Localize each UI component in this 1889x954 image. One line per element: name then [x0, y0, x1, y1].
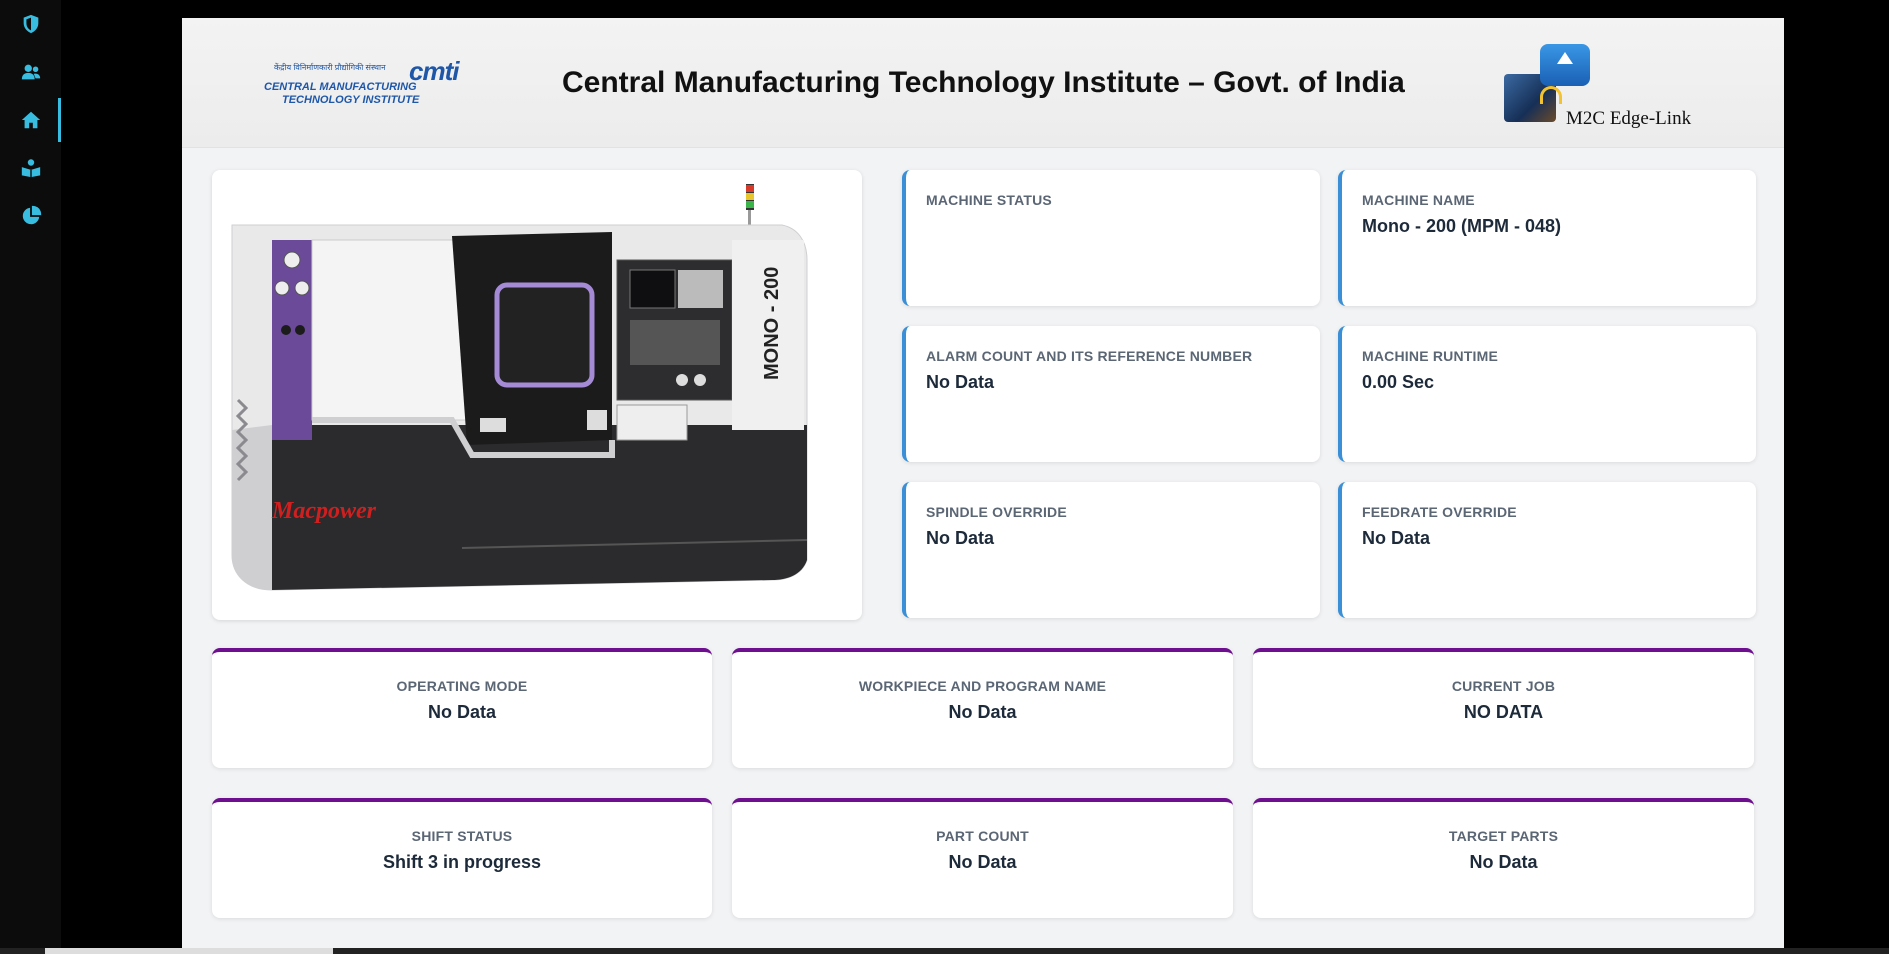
m2c-logo-name: M2C Edge-Link	[1566, 108, 1692, 129]
target-parts-card: TARGET PARTS No Data	[1253, 798, 1754, 918]
cmti-logo-line1: CENTRAL MANUFACTURING	[264, 81, 417, 93]
spindle-override-label: SPINDLE OVERRIDE	[926, 504, 1067, 520]
machine-status-label: MACHINE STATUS	[926, 192, 1052, 208]
home-icon	[21, 111, 40, 129]
current-job-card: CURRENT JOB NO DATA	[1253, 648, 1754, 768]
workpiece-program-label: WORKPIECE AND PROGRAM NAME	[858, 678, 1107, 694]
taskbar-item[interactable]	[45, 948, 333, 954]
sidebar	[0, 0, 61, 954]
cmti-logo-line2: TECHNOLOGY INSTITUTE	[282, 94, 420, 106]
window-gap	[61, 0, 182, 954]
feedrate-override-label: FEEDRATE OVERRIDE	[1362, 504, 1517, 520]
sidebar-item-reading[interactable]	[0, 146, 61, 190]
machine-runtime-label: MACHINE RUNTIME	[1362, 348, 1498, 364]
cnc-machine-image: MONO - 200 Macpower	[231, 184, 808, 591]
current-job-label: CURRENT JOB	[1451, 678, 1556, 694]
users-icon	[21, 64, 40, 80]
cloud-upload-icon	[1540, 44, 1590, 86]
current-job-value: NO DATA	[1463, 702, 1544, 722]
machine-name-label: MACHINE NAME	[1362, 192, 1475, 208]
shift-status-label: SHIFT STATUS	[411, 828, 513, 844]
taskbar	[0, 948, 1889, 954]
shift-status-value: Shift 3 in progress	[382, 852, 542, 872]
cmti-logo-hindi: केंद्रीय विनिर्माणकारी प्रौद्योगिकी संस्…	[274, 63, 386, 72]
feedrate-override-card: FEEDRATE OVERRIDE No Data	[1338, 482, 1756, 618]
machine-image-card: MONO - 200 Macpower	[212, 170, 862, 620]
dashboard-panel: केंद्रीय विनिर्माणकारी प्रौद्योगिकी संस्…	[182, 18, 1784, 954]
book-reader-icon	[21, 159, 40, 178]
machine-model-label: MONO - 200	[761, 267, 783, 380]
sidebar-item-users[interactable]	[0, 50, 61, 94]
part-count-label: PART COUNT	[936, 828, 1029, 844]
feedrate-override-value: No Data	[1362, 528, 1431, 548]
operating-mode-value: No Data	[427, 702, 496, 722]
operating-mode-card: OPERATING MODE No Data	[212, 648, 712, 768]
sidebar-item-security[interactable]	[0, 2, 61, 46]
wifi-icon	[1540, 86, 1562, 104]
machine-runtime-card: MACHINE RUNTIME 0.00 Sec	[1338, 326, 1756, 462]
part-count-value: No Data	[948, 852, 1017, 872]
shield-icon	[23, 14, 38, 34]
part-count-card: PART COUNT No Data	[732, 798, 1233, 918]
operating-mode-label: OPERATING MODE	[396, 678, 528, 694]
spindle-override-value: No Data	[926, 528, 995, 548]
pie-chart-icon	[22, 205, 41, 225]
workpiece-program-value: No Data	[948, 702, 1017, 722]
alarm-count-value: No Data	[926, 372, 995, 392]
shift-status-card: SHIFT STATUS Shift 3 in progress	[212, 798, 712, 918]
spindle-override-card: SPINDLE OVERRIDE No Data	[902, 482, 1320, 618]
sidebar-item-home[interactable]	[0, 98, 61, 142]
machine-status-card: MACHINE STATUS	[902, 170, 1320, 306]
machine-name-card: MACHINE NAME Mono - 200 (MPM - 048)	[1338, 170, 1756, 306]
alarm-count-label: ALARM COUNT AND ITS REFERENCE NUMBER	[926, 348, 1253, 364]
sidebar-item-analytics[interactable]	[0, 194, 61, 238]
alarm-count-card: ALARM COUNT AND ITS REFERENCE NUMBER No …	[902, 326, 1320, 462]
page-title: Central Manufacturing Technology Institu…	[562, 66, 1405, 99]
cmti-logo: केंद्रीय विनिर्माणकारी प्रौद्योगिकी संस्…	[264, 56, 464, 122]
target-parts-label: TARGET PARTS	[1448, 828, 1559, 844]
machine-brand-logo: Macpower	[271, 498, 377, 524]
workpiece-program-card: WORKPIECE AND PROGRAM NAME No Data	[732, 648, 1233, 768]
machine-name-value: Mono - 200 (MPM - 048)	[1362, 216, 1562, 236]
header-banner: केंद्रीय विनिर्माणकारी प्रौद्योगिकी संस्…	[182, 18, 1784, 148]
machine-runtime-value: 0.00 Sec	[1362, 372, 1435, 392]
m2c-edge-link-logo: M2C Edge-Link	[1504, 44, 1724, 129]
target-parts-value: No Data	[1469, 852, 1538, 872]
